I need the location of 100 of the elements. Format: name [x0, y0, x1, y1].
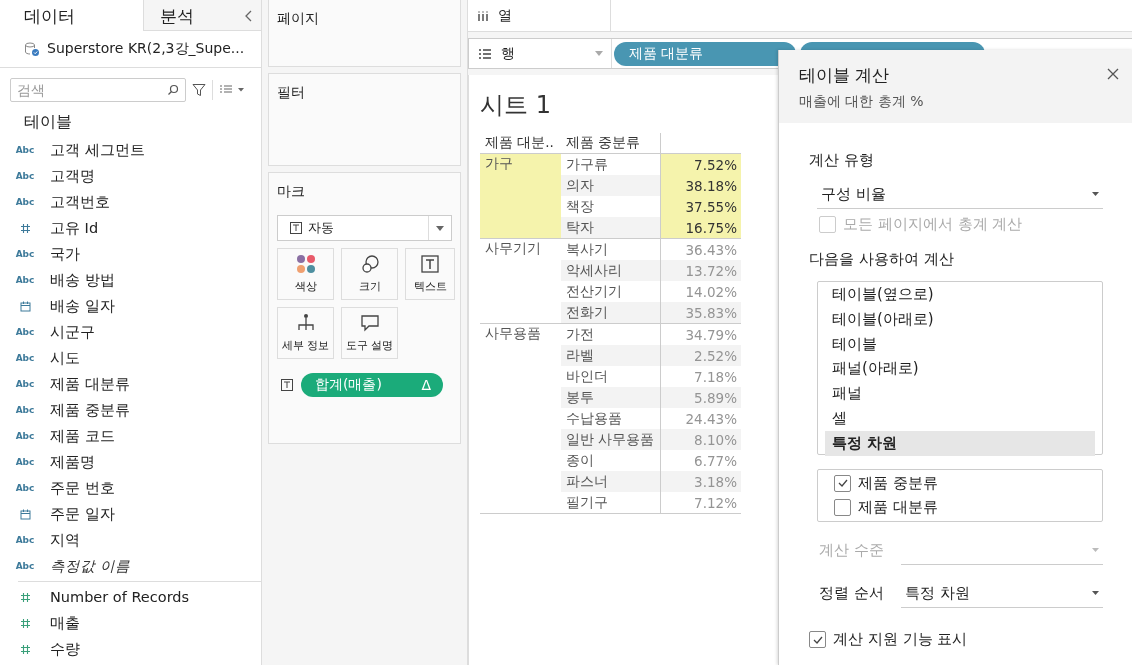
- card-title: 페이지: [277, 10, 319, 26]
- datasource-name[interactable]: Superstore KR(2,3강_Supe...: [47, 40, 245, 58]
- field-name[interactable]: 주문 일자: [50, 504, 115, 524]
- string-type-icon: Abc: [15, 353, 35, 363]
- string-type-icon: Abc: [15, 327, 35, 337]
- string-type-icon: Abc: [15, 275, 35, 285]
- field-name[interactable]: 국가: [50, 244, 80, 264]
- calculation-assist-checkbox[interactable]: 계산 지원 기능 표시: [809, 630, 1103, 649]
- table-cell: 38.18%: [660, 175, 741, 196]
- columns-icon: [478, 10, 488, 21]
- list-option[interactable]: 셀: [825, 406, 1095, 431]
- string-type-icon: Abc: [15, 379, 35, 389]
- caret-icon: [1092, 548, 1099, 552]
- calendar-icon: [19, 300, 31, 312]
- string-type-icon: Abc: [15, 535, 35, 545]
- mark-type-dropdown[interactable]: 자동: [277, 215, 452, 241]
- table-cell: 13.72%: [660, 260, 741, 281]
- hierarchy-icon: [295, 313, 316, 333]
- sort-order-dropdown[interactable]: 특정 차원: [901, 579, 1103, 608]
- close-icon[interactable]: [1107, 68, 1119, 80]
- calculation-type-dropdown[interactable]: 구성 비율: [817, 180, 1103, 209]
- field-name[interactable]: 고객명: [50, 166, 95, 186]
- list-option[interactable]: 패널(아래로): [825, 356, 1095, 382]
- list-view-icon[interactable]: [219, 85, 245, 95]
- field-name[interactable]: 시군구: [50, 322, 95, 342]
- list-option[interactable]: 패널: [825, 381, 1095, 406]
- rows-icon: [479, 48, 491, 59]
- field-name[interactable]: 제품 코드: [50, 426, 115, 446]
- table-cell: 라벨: [561, 345, 660, 366]
- table-cell: 봉투: [561, 387, 660, 408]
- table-cell-text: 전산기기: [565, 281, 623, 301]
- table-cell-text: 가구류: [565, 154, 609, 174]
- text-icon: [420, 254, 440, 274]
- field-name[interactable]: 매출: [50, 613, 80, 633]
- field-label: 계산 유형: [809, 151, 875, 170]
- list-option[interactable]: 테이블: [825, 331, 1095, 357]
- field-name[interactable]: 제품 대분류: [50, 374, 130, 394]
- list-option[interactable]: 테이블(아래로): [825, 306, 1095, 332]
- color-mark-button[interactable]: 색상: [277, 248, 334, 300]
- measure-icon: [19, 617, 31, 629]
- table-cell: 16.75%: [660, 217, 741, 238]
- string-type-icon: Abc: [15, 145, 35, 155]
- string-type-icon: Abc: [15, 171, 35, 181]
- sheet-title: 시트 1: [480, 90, 551, 121]
- table-cell: 사무용품: [485, 325, 541, 341]
- string-type-icon: Abc: [15, 457, 35, 467]
- field-name[interactable]: 수량: [50, 639, 80, 659]
- field-name[interactable]: 고객 세그먼트: [50, 140, 145, 160]
- measure-icon: [19, 591, 31, 603]
- field-name[interactable]: 고유 Id: [50, 218, 99, 238]
- filter-icon[interactable]: [192, 83, 206, 97]
- table-cell-text: 필기구: [565, 492, 609, 512]
- table-cell-text: 종이: [565, 450, 595, 470]
- field-name[interactable]: 제품명: [50, 452, 95, 472]
- caret-icon: [1092, 591, 1099, 595]
- detail-mark-button[interactable]: 세부 정보: [277, 307, 334, 359]
- search-field[interactable]: 검색: [10, 78, 186, 102]
- field-name[interactable]: 고객번호: [50, 192, 110, 212]
- string-type-icon: Abc: [15, 483, 35, 493]
- string-type-icon: Abc: [15, 197, 35, 207]
- field-name[interactable]: 배송 방법: [50, 270, 115, 290]
- table-cell: 2.52%: [660, 345, 741, 366]
- dimension-checkbox[interactable]: 제품 대분류: [826, 495, 1102, 519]
- dialog-subtitle: 매출에 대한 총계 %: [799, 93, 925, 111]
- table-cell-text: 바인더: [565, 366, 609, 386]
- field-name[interactable]: 시도: [50, 348, 80, 368]
- measure-icon: [19, 643, 31, 655]
- text-mark-button[interactable]: 텍스트: [405, 248, 455, 300]
- tooltip-mark-button[interactable]: 도구 설명: [341, 307, 398, 359]
- table-cell: 전화기: [561, 302, 660, 323]
- table-cell: 탁자: [561, 217, 660, 238]
- table-cell: 의자: [561, 175, 660, 196]
- list-option[interactable]: 특정 차원: [825, 430, 1095, 456]
- table-cell-text: 복사기: [565, 239, 609, 259]
- table-cell: 7.12%: [660, 492, 741, 513]
- color-dots-icon: [295, 254, 316, 274]
- field-name[interactable]: 주문 번호: [50, 478, 115, 498]
- table-cell-text: 가전: [565, 324, 595, 344]
- field-label: 다음을 사용하여 계산: [809, 250, 955, 269]
- speech-bubble-icon: [359, 313, 380, 333]
- list-option[interactable]: 테이블(옆으로): [825, 282, 1095, 307]
- database-icon: [24, 41, 40, 57]
- table-cell: 일반 사무용품: [561, 429, 660, 450]
- caret-icon: [436, 225, 444, 231]
- collapse-icon[interactable]: [245, 10, 253, 22]
- table-cell: 악세사리: [561, 260, 660, 281]
- number-type-icon: [19, 222, 31, 234]
- dimension-checkbox[interactable]: 제품 중분류: [826, 471, 1102, 495]
- field-name[interactable]: 측정값 이름: [50, 556, 130, 576]
- field-name[interactable]: Number of Records: [50, 589, 190, 605]
- table-cell: 가구: [485, 155, 513, 171]
- sidebar-tab[interactable]: 분석: [143, 0, 261, 31]
- table-cell: 5.89%: [660, 387, 741, 408]
- text-icon: [281, 379, 293, 391]
- field-name[interactable]: 지역: [50, 530, 80, 550]
- field-name[interactable]: 배송 일자: [50, 296, 115, 316]
- size-mark-button[interactable]: 크기: [341, 248, 398, 300]
- card-title: 마크: [277, 183, 305, 199]
- field-name[interactable]: 제품 중분류: [50, 400, 130, 420]
- shelf-label: 행: [501, 44, 515, 63]
